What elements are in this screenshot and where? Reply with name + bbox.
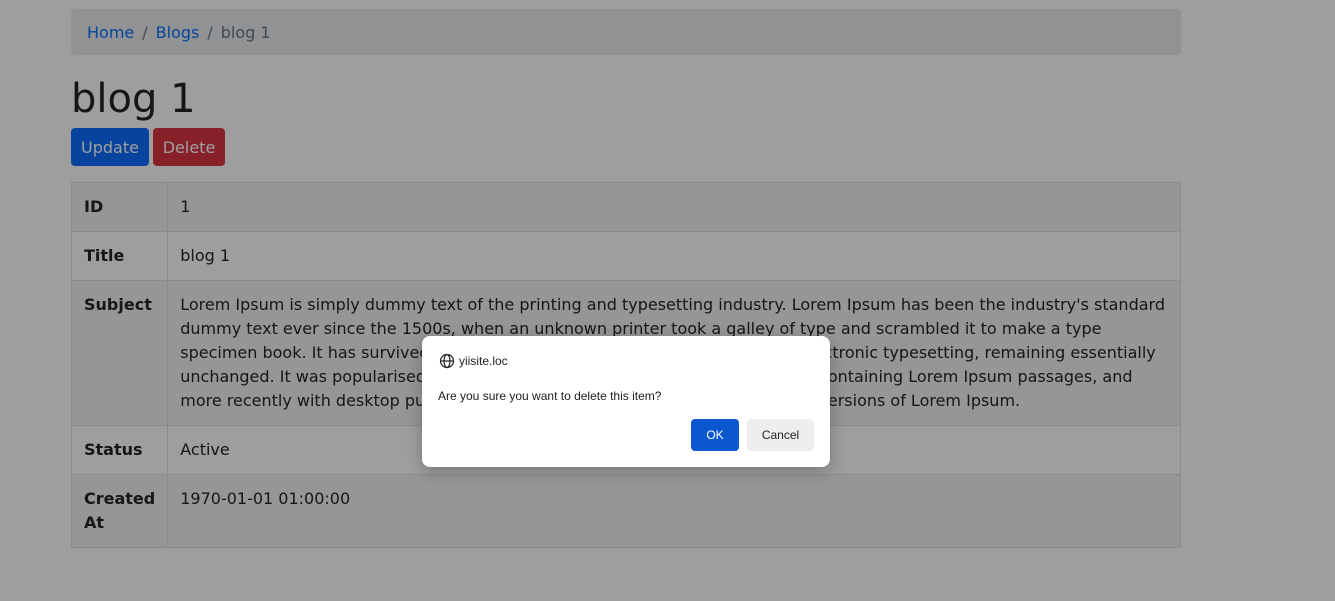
modal-overlay (0, 0, 1335, 601)
confirm-dialog: yiisite.loc Are you sure you want to del… (422, 336, 830, 467)
dialog-buttons: OK Cancel (691, 419, 814, 451)
page: Home / Blogs / blog 1 blog 1 Update Dele… (0, 0, 1335, 601)
dialog-origin: yiisite.loc (439, 353, 508, 369)
dialog-message: Are you sure you want to delete this ite… (438, 389, 662, 403)
ok-button[interactable]: OK (691, 419, 739, 451)
cancel-button[interactable]: Cancel (747, 419, 814, 451)
dialog-origin-text: yiisite.loc (459, 354, 508, 368)
globe-icon (439, 353, 455, 369)
